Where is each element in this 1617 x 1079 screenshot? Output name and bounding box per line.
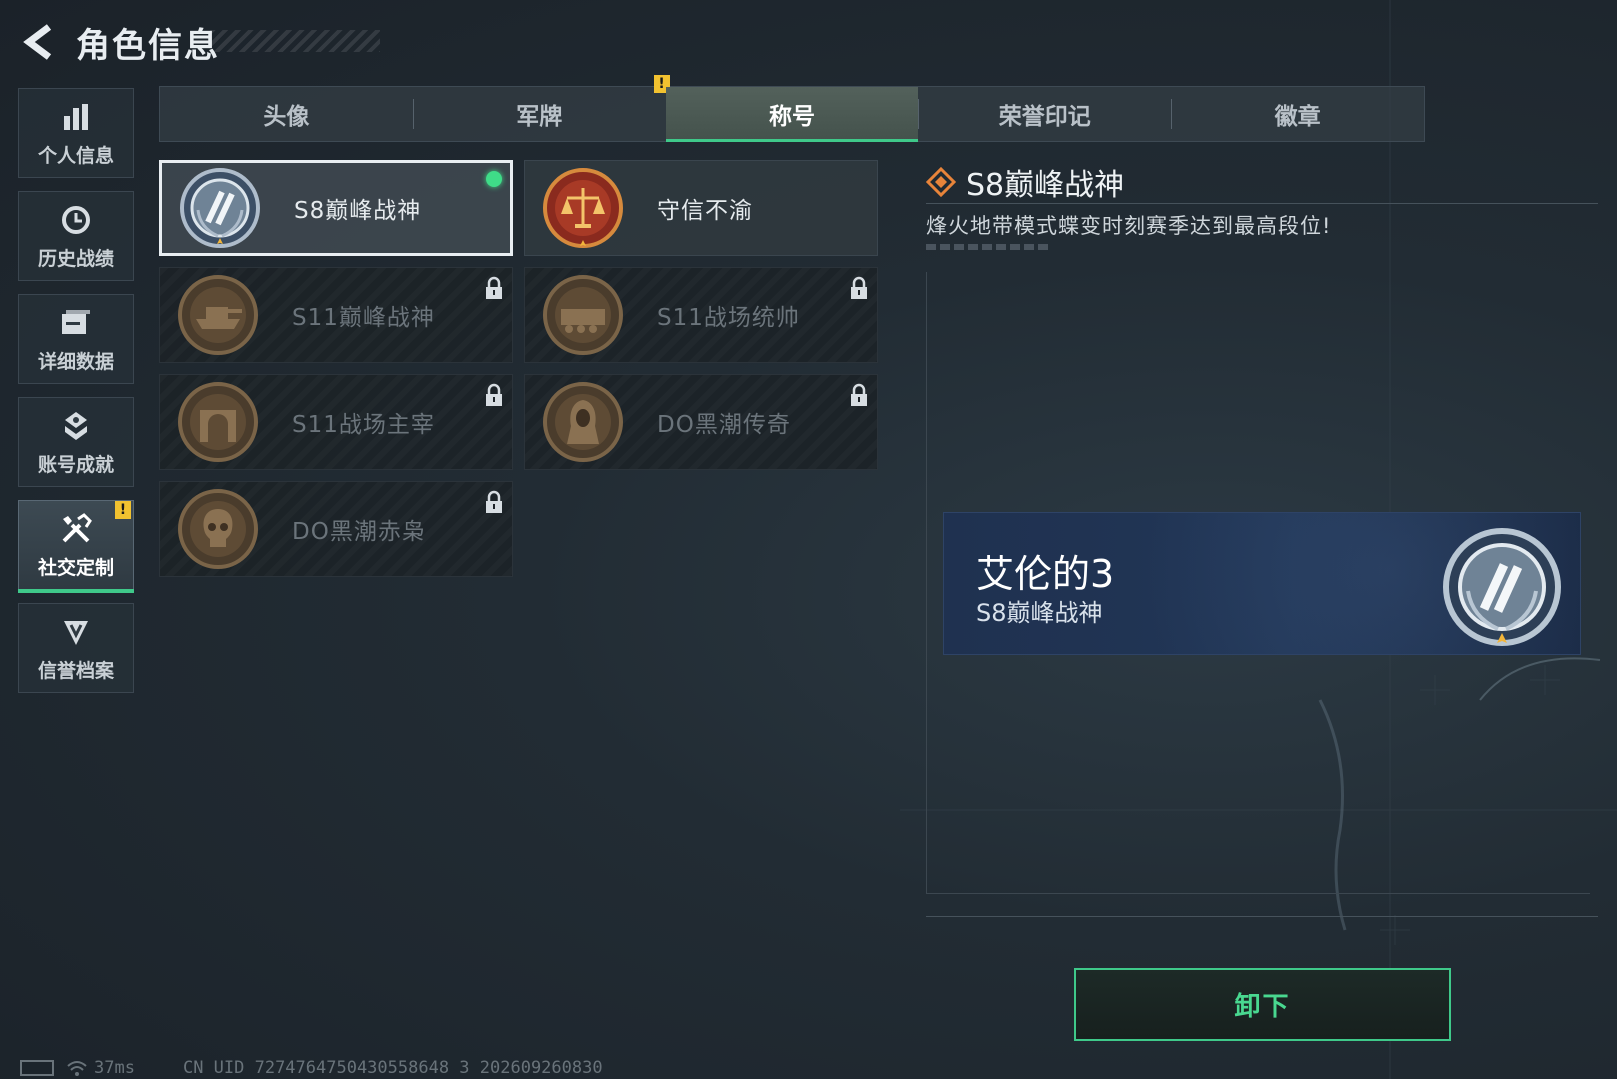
alert-badge: ! <box>115 501 131 519</box>
tab-label: 军牌 <box>516 104 563 130</box>
lock-icon <box>486 383 502 406</box>
tab-avatar[interactable]: 头像 <box>160 87 413 141</box>
sidebar-item-label: 社交定制 <box>37 556 114 579</box>
title-name: S11战场主宰 <box>292 412 435 438</box>
detail-title: S8巅峰战神 <box>966 168 1125 203</box>
back-arrow-icon <box>23 24 52 60</box>
tab-badges[interactable]: 徽章 <box>1171 87 1424 141</box>
title-card-keep-faith[interactable]: 守信不渝 <box>524 160 878 256</box>
sidebar-item-social-customization[interactable]: ! 社交定制 <box>18 500 134 593</box>
hooded-figure-badge-icon <box>543 382 623 462</box>
data-stack-icon <box>58 305 94 341</box>
title-card-s11-peak-god[interactable]: S11巅峰战神 <box>159 267 513 363</box>
detail-header: S8巅峰战神 <box>926 160 1124 204</box>
silver-emblem-icon <box>180 168 260 248</box>
title-card-do-black-tide-red-owl[interactable]: DO黑潮赤枭 <box>159 481 513 577</box>
wifi-icon <box>67 1061 87 1076</box>
ping-value: 37ms <box>94 1058 135 1078</box>
skull-badge-icon <box>178 489 258 569</box>
divider <box>926 916 1598 917</box>
title-name: DO黑潮赤枭 <box>292 519 426 545</box>
sidebar-item-achievements[interactable]: 账号成就 <box>18 397 134 487</box>
diamond-marker-icon <box>926 167 956 197</box>
achievement-icon <box>58 408 94 444</box>
title-name: DO黑潮传奇 <box>657 412 791 438</box>
sidebar-item-label: 个人信息 <box>37 144 114 167</box>
title-card-s8-peak-god[interactable]: S8巅峰战神 <box>159 160 513 256</box>
armored-vehicle-badge-icon <box>543 275 623 355</box>
tab-honor-marks[interactable]: 荣誉印记 <box>918 87 1171 141</box>
sidebar: 个人信息 历史战绩 详细数据 账号成就 ! 社交定制 信誉档案 <box>18 88 134 706</box>
title-name: S11巅峰战神 <box>292 305 435 331</box>
tab-titles[interactable]: 称号 <box>665 87 919 142</box>
arch-badge-icon <box>178 382 258 462</box>
tab-dog-tag[interactable]: 军牌 ! <box>412 75 670 141</box>
title-preview-card: 艾伦的3 S8巅峰战神 <box>943 512 1581 655</box>
preview-title: S8巅峰战神 <box>976 599 1103 627</box>
title-name: S11战场统帅 <box>657 305 800 331</box>
page-title: 角色信息 <box>76 26 220 66</box>
sidebar-item-detailed-data[interactable]: 详细数据 <box>18 294 134 384</box>
sidebar-item-label: 历史战绩 <box>37 247 114 270</box>
sidebar-item-label: 详细数据 <box>37 350 114 373</box>
status-bar: 37ms CN UID 7274764750430558648 3 202609… <box>20 1058 603 1078</box>
unequip-button[interactable]: 卸下 <box>1074 968 1451 1041</box>
lock-icon <box>486 490 502 513</box>
title-card-do-black-tide-legend[interactable]: DO黑潮传奇 <box>524 374 878 470</box>
title-decoration <box>210 30 380 52</box>
preview-player-name: 艾伦的3 <box>976 552 1115 596</box>
divider <box>926 203 1598 204</box>
equipped-indicator <box>486 171 502 187</box>
sidebar-item-match-history[interactable]: 历史战绩 <box>18 191 134 281</box>
back-button[interactable] <box>18 22 58 62</box>
sidebar-item-label: 信誉档案 <box>37 659 114 682</box>
clock-history-icon <box>58 202 94 238</box>
tank-badge-icon <box>178 275 258 355</box>
uid-text: CN UID 7274764750430558648 3 20260926083… <box>182 1058 603 1078</box>
title-name: 守信不渝 <box>657 198 753 224</box>
battery-icon <box>20 1060 54 1076</box>
bar-chart-icon <box>58 99 94 135</box>
lock-icon <box>851 276 867 299</box>
tab-bar: 头像 军牌 ! 称号 荣誉印记 徽章 <box>159 75 1425 142</box>
credit-shield-icon <box>58 614 94 650</box>
title-card-s11-battlefield-ruler[interactable]: S11战场主宰 <box>159 374 513 470</box>
silver-emblem-icon <box>1443 528 1561 646</box>
sidebar-item-label: 账号成就 <box>37 453 114 476</box>
scales-badge-icon <box>543 168 623 248</box>
description-decoration <box>926 244 1052 250</box>
title-card-s11-battlefield-commander[interactable]: S11战场统帅 <box>524 267 878 363</box>
detail-description: 烽火地带模式蝶变时刻赛季达到最高段位! <box>926 214 1332 238</box>
sidebar-item-credit-profile[interactable]: 信誉档案 <box>18 603 134 693</box>
tools-icon <box>58 511 94 547</box>
lock-icon <box>851 383 867 406</box>
sidebar-item-personal-info[interactable]: 个人信息 <box>18 88 134 178</box>
lock-icon <box>486 276 502 299</box>
title-name: S8巅峰战神 <box>294 198 422 224</box>
